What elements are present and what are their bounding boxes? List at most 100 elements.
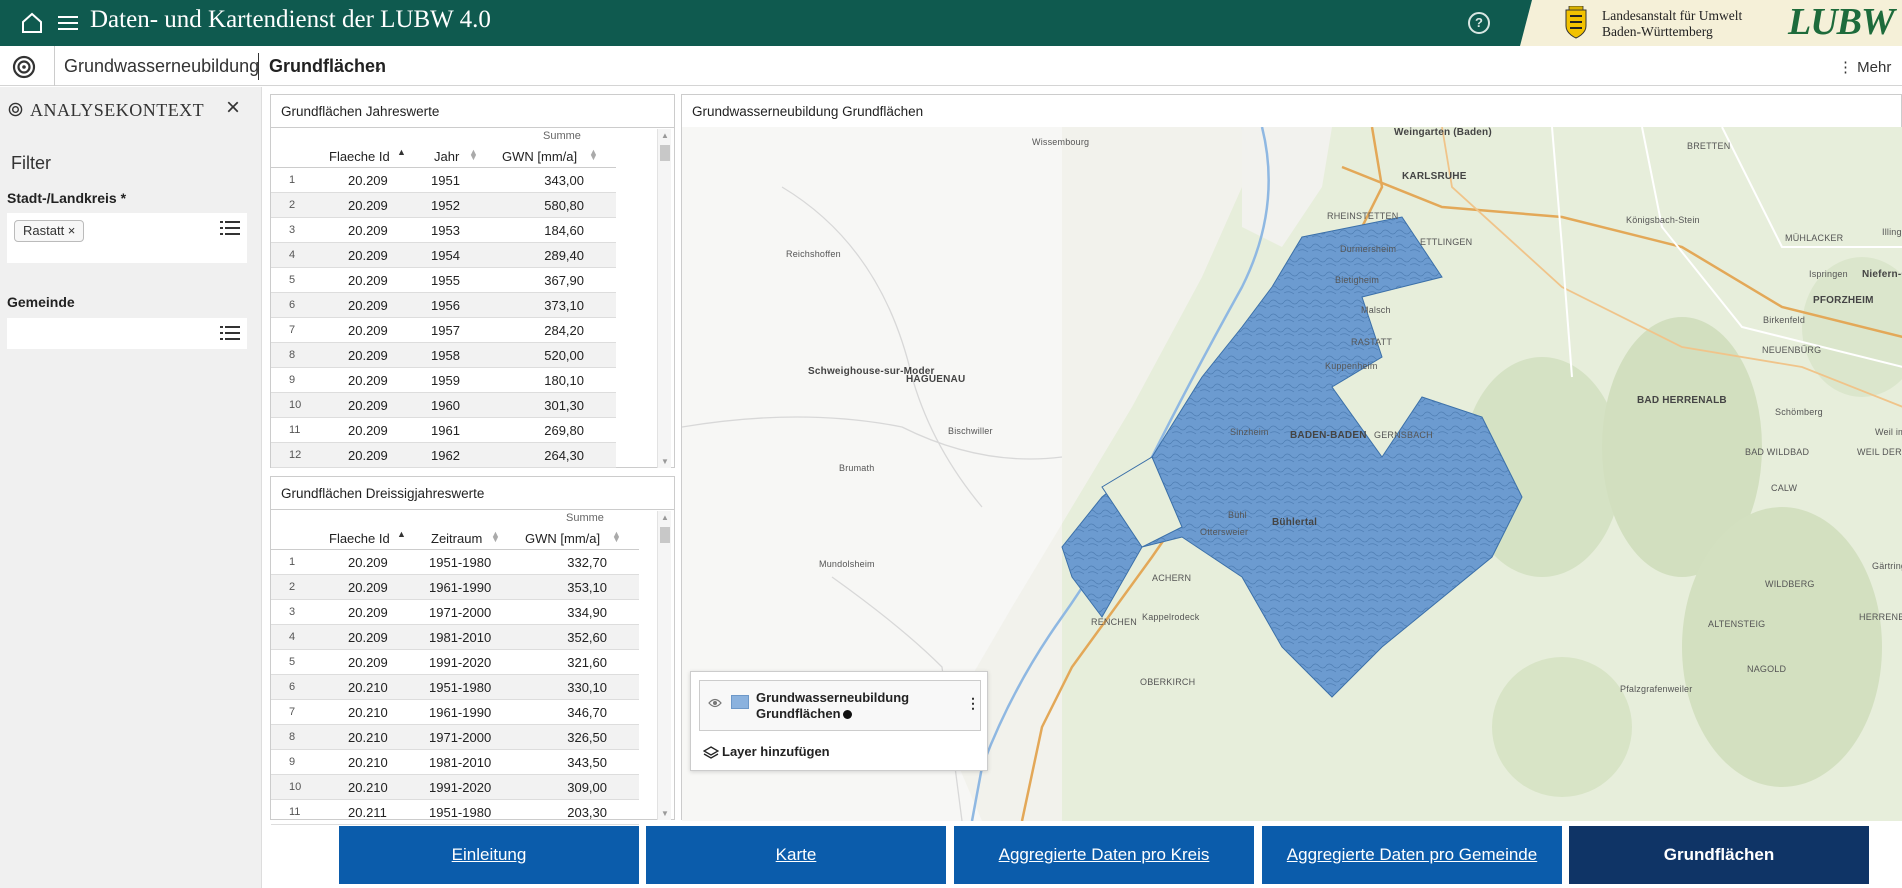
- scroll-thumb[interactable]: [660, 527, 670, 543]
- more-menu-button[interactable]: ⋮ Mehr: [1838, 58, 1891, 76]
- sort-asc-icon[interactable]: ▲: [397, 530, 406, 542]
- scroll-up-icon[interactable]: ▲: [661, 513, 669, 522]
- column-header-flaeche-id[interactable]: Flaeche Id: [329, 149, 390, 164]
- column-header-flaeche-id[interactable]: Flaeche Id: [329, 531, 390, 546]
- table-row[interactable]: 10 20.209 1960 301,30: [271, 393, 616, 418]
- town-label: Weingarten (Baden): [1394, 127, 1492, 138]
- nav-aggregate-municipality[interactable]: Aggregierte Daten pro Gemeinde: [1262, 826, 1562, 884]
- table-row[interactable]: 9 20.209 1959 180,10: [271, 368, 616, 393]
- row-number: 6: [289, 299, 296, 311]
- gwn-value-cell: 284,20: [544, 323, 584, 338]
- table-row[interactable]: 8 20.209 1958 520,00: [271, 343, 616, 368]
- flaeche-id-cell: 20.209: [348, 248, 388, 263]
- table-row[interactable]: 12 20.209 1962 264,30: [271, 443, 616, 468]
- town-label: BAD WILDBAD: [1745, 447, 1810, 457]
- menu-icon[interactable]: [58, 14, 78, 32]
- town-label: Pfalzgrafenweiler: [1620, 684, 1693, 694]
- add-layer-button[interactable]: Layer hinzufügen: [703, 744, 830, 760]
- table-row[interactable]: 4 20.209 1954 289,40: [271, 243, 616, 268]
- table-row[interactable]: 6 20.209 1956 373,10: [271, 293, 616, 318]
- sort-asc-icon[interactable]: ▲: [397, 148, 406, 160]
- scrollbar[interactable]: ▲ ▼: [657, 129, 671, 468]
- chevron-down-icon[interactable]: ⌄: [373, 60, 383, 74]
- town-label: Reichshoffen: [786, 249, 841, 259]
- town-label: Kuppenheim: [1325, 361, 1378, 371]
- gwn-value-cell: 203,30: [567, 805, 607, 820]
- layer-item[interactable]: Grundwasserneubildung Grundflächen ⋮: [699, 680, 981, 731]
- table-row[interactable]: 9 20.210 1981-2010 343,50: [271, 750, 639, 775]
- sort-icon[interactable]: ▲ ▼: [612, 530, 621, 544]
- table-row[interactable]: 11 20.209 1961 269,80: [271, 418, 616, 443]
- table-row[interactable]: 8 20.210 1971-2000 326,50: [271, 725, 639, 750]
- table-row[interactable]: 2 20.209 1952 580,80: [271, 193, 616, 218]
- flaeche-id-cell: 20.209: [348, 580, 388, 595]
- column-header-gwn[interactable]: GWN [mm/a]: [525, 531, 600, 546]
- row-number: 10: [289, 399, 302, 411]
- table-row[interactable]: 4 20.209 1981-2010 352,60: [271, 625, 639, 650]
- period-cell: 1951-1980: [429, 805, 492, 820]
- table-row[interactable]: 11 20.211 1951-1980 203,30: [271, 800, 639, 825]
- sort-icon[interactable]: ▲ ▼: [491, 530, 500, 544]
- table-row[interactable]: 6 20.210 1951-1980 330,10: [271, 675, 639, 700]
- town-label: KARLSRUHE: [1402, 171, 1467, 182]
- breadcrumb-grundwasserneubildung[interactable]: Grundwasserneubildung: [64, 56, 259, 77]
- kebab-menu-icon[interactable]: ⋮: [966, 695, 980, 712]
- flaeche-id-cell: 20.209: [348, 630, 388, 645]
- town-label: Durmersheim: [1340, 244, 1397, 254]
- column-header-gwn[interactable]: GWN [mm/a]: [502, 149, 577, 164]
- nav-einleitung[interactable]: Einleitung: [339, 826, 639, 884]
- institution-name: Landesanstalt für Umwelt Baden-Württember…: [1602, 8, 1743, 39]
- eye-icon[interactable]: [708, 697, 722, 709]
- table-row[interactable]: 1 20.209 1951-1980 332,70: [271, 550, 639, 575]
- list-icon[interactable]: [220, 221, 240, 235]
- scroll-up-icon[interactable]: ▲: [661, 131, 669, 140]
- home-icon[interactable]: [20, 12, 44, 34]
- table-row[interactable]: 3 20.209 1953 184,60: [271, 218, 616, 243]
- sort-icon[interactable]: ▲ ▼: [469, 148, 478, 162]
- column-header-jahr[interactable]: Jahr: [434, 149, 459, 164]
- flaeche-id-cell: 20.209: [348, 223, 388, 238]
- table-row[interactable]: 1 20.209 1951 343,00: [271, 168, 616, 193]
- row-number: 6: [289, 681, 296, 693]
- scroll-down-icon[interactable]: ▼: [661, 457, 669, 466]
- analysis-context-sidebar: ANALYSEKONTEXT × Filter Stadt-/Landkreis…: [0, 87, 262, 888]
- nav-karte[interactable]: Karte: [646, 826, 946, 884]
- nav-aggregate-district[interactable]: Aggregierte Daten pro Kreis: [954, 826, 1254, 884]
- municipality-field[interactable]: [7, 318, 247, 349]
- town-label: WEIL DER STADT: [1857, 447, 1902, 457]
- gwn-value-cell: 180,10: [544, 373, 584, 388]
- town-label: Bischwiller: [948, 426, 993, 436]
- close-icon[interactable]: ×: [226, 96, 240, 120]
- scroll-thumb[interactable]: [660, 145, 670, 161]
- scrollbar[interactable]: ▲ ▼: [657, 511, 671, 820]
- column-header-zeitraum[interactable]: Zeitraum: [431, 531, 482, 546]
- map-canvas[interactable]: Wissembourg KARLSRUHE BRETTEN RHEINSTETTEN E…: [682, 127, 1902, 821]
- table-row[interactable]: 5 20.209 1955 367,90: [271, 268, 616, 293]
- lubw-logo: LUBW: [1788, 1, 1895, 43]
- sort-icon[interactable]: ▲ ▼: [589, 148, 598, 162]
- scroll-down-icon[interactable]: ▼: [661, 809, 669, 818]
- breadcrumb-grundflaechen[interactable]: Grundflächen: [269, 56, 386, 77]
- nav-grundflaechen[interactable]: Grundflächen: [1569, 826, 1869, 884]
- town-label: BADEN-BADEN: [1290, 430, 1367, 441]
- gwn-value-cell: 326,50: [567, 730, 607, 745]
- table-row[interactable]: 2 20.209 1961-1990 353,10: [271, 575, 639, 600]
- list-icon[interactable]: [220, 326, 240, 340]
- table-row[interactable]: 5 20.209 1991-2020 321,60: [271, 650, 639, 675]
- town-label: ALTENSTEIG: [1708, 619, 1766, 629]
- help-icon[interactable]: ?: [1468, 12, 1490, 34]
- period-cell: 1957: [431, 323, 460, 338]
- table-row[interactable]: 3 20.209 1971-2000 334,90: [271, 600, 639, 625]
- town-label: WILDBERG: [1765, 579, 1815, 589]
- table-row[interactable]: 7 20.210 1961-1990 346,70: [271, 700, 639, 725]
- table-row[interactable]: 7 20.209 1957 284,20: [271, 318, 616, 343]
- town-label: NAGOLD: [1747, 664, 1787, 674]
- district-field[interactable]: Rastatt ×: [7, 213, 247, 263]
- district-chip[interactable]: Rastatt ×: [14, 220, 85, 242]
- target-icon[interactable]: [12, 55, 36, 79]
- gwn-value-cell: 580,80: [544, 198, 584, 213]
- gwn-value-cell: 373,10: [544, 298, 584, 313]
- period-cell: 1959: [431, 373, 460, 388]
- table-row[interactable]: 10 20.210 1991-2020 309,00: [271, 775, 639, 800]
- layer-color-swatch: [731, 695, 749, 709]
